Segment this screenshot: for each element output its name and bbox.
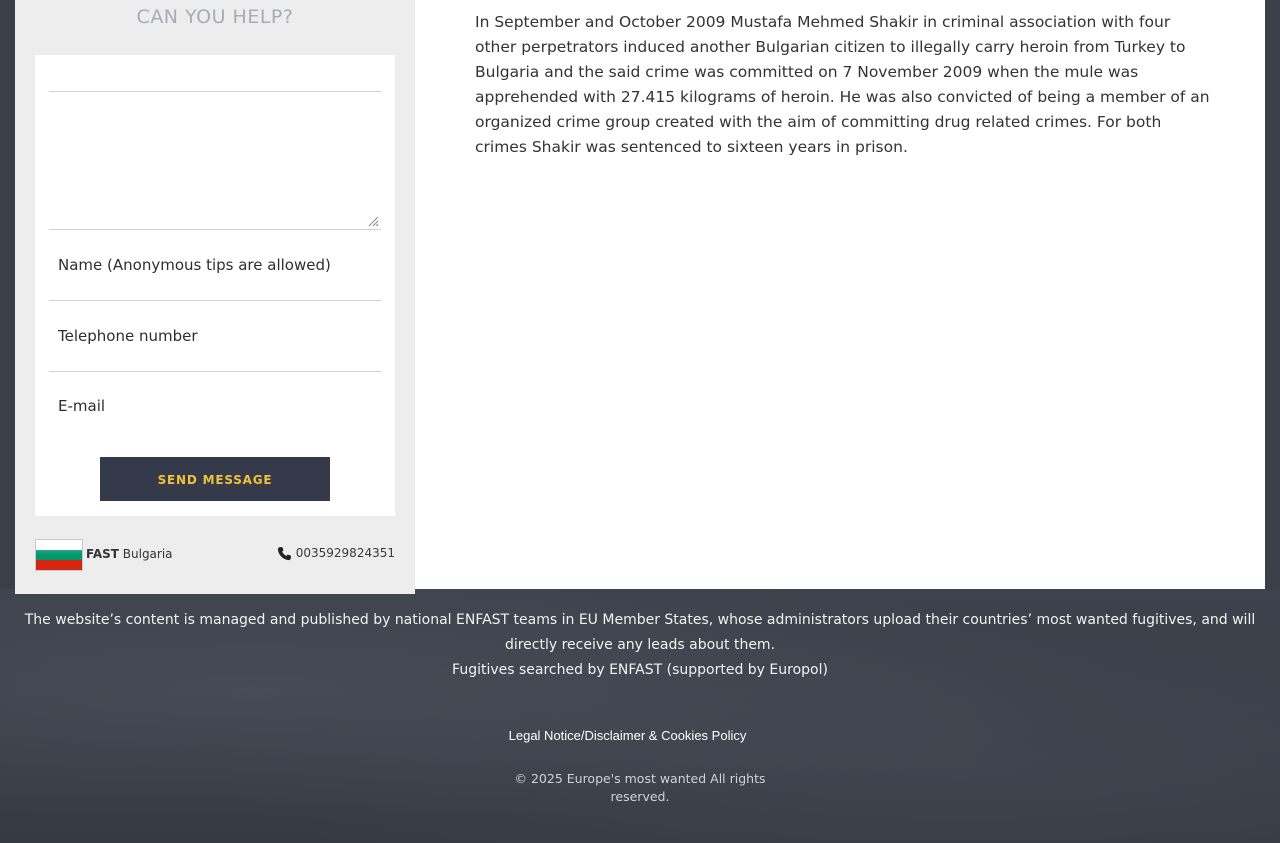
bulgaria-flag-icon bbox=[35, 539, 83, 571]
case-description: In September and October 2009 Mustafa Me… bbox=[475, 13, 1210, 156]
email-placeholder: E-mail bbox=[58, 397, 106, 415]
footer-supported-by: Fugitives searched by ENFAST (supported … bbox=[452, 662, 828, 678]
send-message-button[interactable]: Send message bbox=[100, 457, 330, 501]
footer-notice: The website’s content is managed and pub… bbox=[24, 612, 1256, 653]
message-textarea[interactable] bbox=[49, 92, 381, 230]
case-details: In September and October 2009 Mustafa Me… bbox=[415, 0, 1265, 589]
team-contact: FAST Bulgaria 0035929824351 bbox=[35, 538, 395, 572]
phone-icon bbox=[277, 546, 291, 561]
name-placeholder: Name (Anonymous tips are allowed) bbox=[58, 256, 331, 274]
legal-notice-link[interactable]: Legal Notice/Disclaimer & Cookies Policy bbox=[0, 728, 1255, 743]
team-phone[interactable]: 0035929824351 bbox=[277, 538, 395, 568]
resize-handle-icon[interactable] bbox=[367, 215, 379, 227]
subject-input[interactable] bbox=[49, 55, 381, 92]
sidebar-title: Can you help? bbox=[136, 6, 294, 28]
telephone-field[interactable]: Telephone number bbox=[49, 301, 381, 372]
tip-form: Name (Anonymous tips are allowed) Teleph… bbox=[35, 55, 395, 516]
team-name: FAST Bulgaria bbox=[86, 538, 173, 572]
copyright: © 2025 Europe's most wanted All rights r… bbox=[514, 771, 766, 804]
team-prefix: FAST bbox=[86, 547, 119, 561]
name-field[interactable]: Name (Anonymous tips are allowed) bbox=[49, 230, 381, 301]
email-field[interactable]: E-mail bbox=[49, 372, 381, 440]
team-phone-number: 0035929824351 bbox=[295, 546, 395, 560]
tip-sidebar: Can you help? Name (Anonymous tips are a… bbox=[15, 0, 415, 594]
telephone-placeholder: Telephone number bbox=[58, 327, 198, 345]
team-country: Bulgaria bbox=[122, 547, 173, 561]
